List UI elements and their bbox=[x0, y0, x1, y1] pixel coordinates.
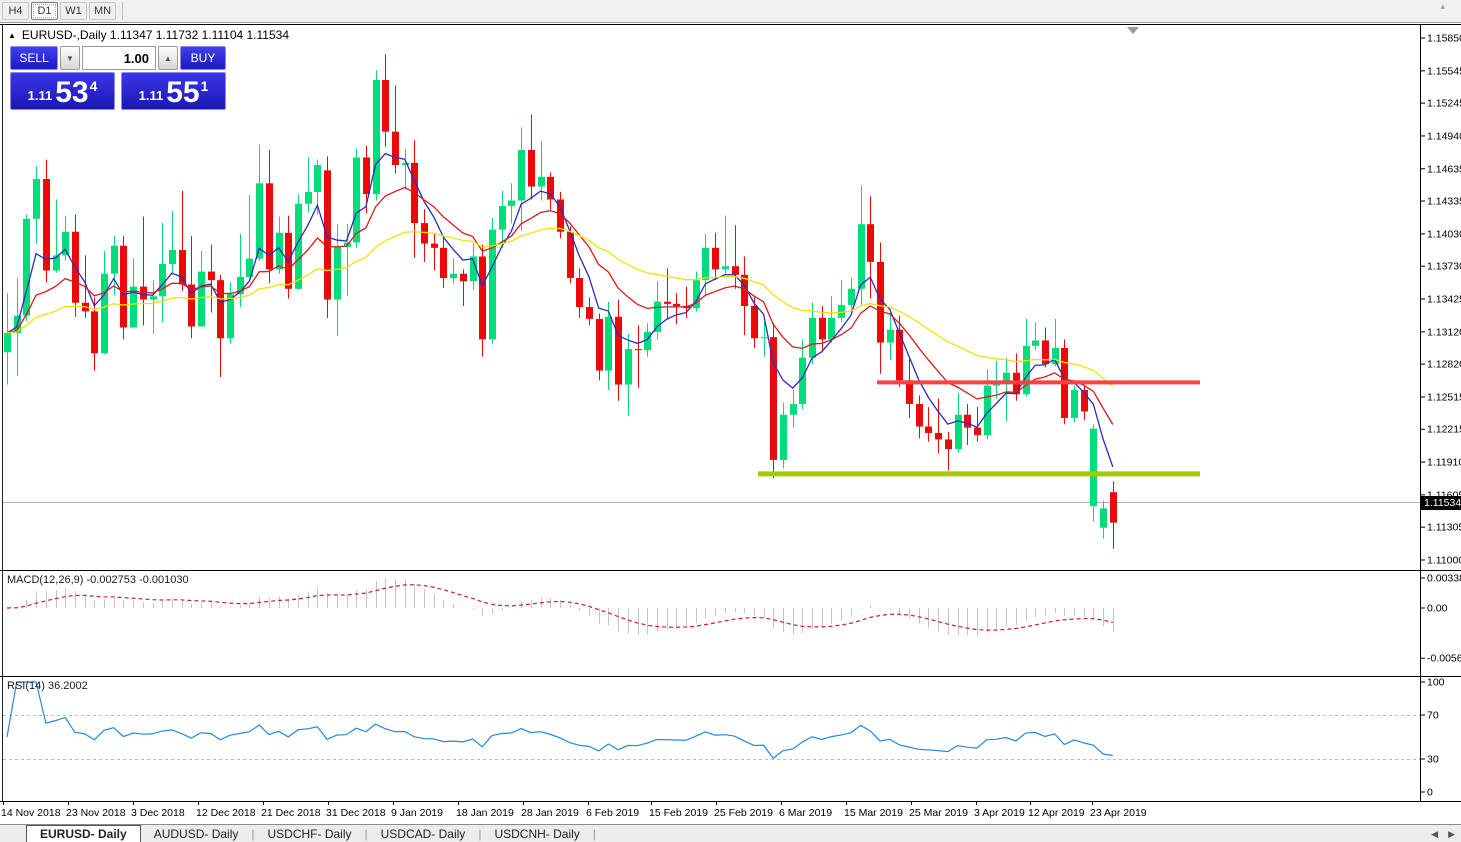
svg-text:0: 0 bbox=[1427, 787, 1433, 799]
pane-borders bbox=[0, 23, 1461, 802]
volume-decrease-icon[interactable]: ▼ bbox=[60, 46, 80, 70]
timeframe-buttons: H4D1W1MN bbox=[2, 2, 118, 20]
svg-text:1.11910: 1.11910 bbox=[1427, 457, 1461, 469]
volume-input[interactable] bbox=[82, 46, 156, 70]
svg-text:15 Mar 2019: 15 Mar 2019 bbox=[844, 807, 903, 819]
one-click-trade-panel: SELL ▼ ▲ BUY 1.11 53 4 1.11 55 1 bbox=[10, 46, 226, 110]
buy-price-prefix: 1.11 bbox=[139, 88, 164, 103]
price-axis: 1.15850 1.15545 1.15245 1.14940 1.14635 1.143… bbox=[1421, 33, 1461, 567]
current-price-badge: 1.11534 bbox=[1421, 496, 1461, 510]
timeframe-button-d1[interactable]: D1 bbox=[31, 2, 58, 20]
svg-text:1.13120: 1.13120 bbox=[1427, 326, 1461, 338]
svg-text:1.12215: 1.12215 bbox=[1427, 424, 1461, 436]
tabs-scroll-left-icon[interactable]: ◀ bbox=[1431, 829, 1438, 840]
svg-text:1.14635: 1.14635 bbox=[1427, 163, 1461, 175]
svg-text:1.13730: 1.13730 bbox=[1427, 261, 1461, 273]
rsi-label: RSI(14) 36.2002 bbox=[7, 680, 88, 692]
svg-text:6 Feb 2019: 6 Feb 2019 bbox=[586, 807, 639, 819]
timeframe-button-w1[interactable]: W1 bbox=[60, 2, 87, 20]
tab-separator: | bbox=[593, 825, 596, 842]
svg-text:14 Nov 2018: 14 Nov 2018 bbox=[1, 807, 61, 819]
svg-text:-0.005663: -0.005663 bbox=[1427, 653, 1461, 665]
svg-text:1.15545: 1.15545 bbox=[1427, 65, 1461, 77]
symbol-ohlc-text: EURUSD-,Daily 1.11347 1.11732 1.11104 1.… bbox=[22, 28, 289, 42]
rsi-line bbox=[7, 682, 1113, 758]
toolbar-scroll-up-icon[interactable]: ▴ bbox=[1440, 1, 1445, 12]
svg-text:1.15245: 1.15245 bbox=[1427, 98, 1461, 110]
sell-button[interactable]: SELL bbox=[10, 46, 58, 70]
sell-price-big: 53 bbox=[55, 80, 88, 106]
svg-text:1.12820: 1.12820 bbox=[1427, 359, 1461, 371]
svg-text:70: 70 bbox=[1427, 710, 1439, 722]
svg-text:3 Apr 2019: 3 Apr 2019 bbox=[974, 807, 1025, 819]
buy-price-sup: 1 bbox=[201, 78, 209, 94]
macd-label: MACD(12,26,9) -0.002753 -0.001030 bbox=[7, 574, 189, 586]
macd-histogram bbox=[8, 578, 1114, 635]
symbol-tabs: EURUSD- DailyAUDUSD- Daily | USDCHF- Daily… bbox=[26, 825, 596, 842]
chart-header: ▲ EURUSD-,Daily 1.11347 1.11732 1.11104 … bbox=[8, 28, 289, 42]
macd-axis: 0.003383 0.00 -0.005663 bbox=[1421, 572, 1461, 664]
timeframe-button-h4[interactable]: H4 bbox=[2, 2, 29, 20]
trading-terminal-window: { "toolbar": { "timeframes": [ {"label":… bbox=[0, 0, 1461, 842]
scroll-to-end-icon bbox=[1127, 27, 1139, 34]
date-axis: 14 Nov 2018 23 Nov 2018 3 Dec 2018 12 Dec 2… bbox=[1, 801, 1147, 819]
svg-text:6 Mar 2019: 6 Mar 2019 bbox=[779, 807, 832, 819]
buy-price-panel[interactable]: 1.11 55 1 bbox=[121, 72, 226, 110]
tab-usdcnh[interactable]: USDCNH- Daily bbox=[481, 825, 592, 842]
svg-text:1.11000: 1.11000 bbox=[1427, 555, 1461, 567]
svg-text:31 Dec 2018: 31 Dec 2018 bbox=[326, 807, 386, 819]
macd-values: -0.002753 -0.001030 bbox=[86, 574, 188, 586]
tab-eurusd[interactable]: EURUSD- Daily bbox=[26, 825, 141, 842]
rsi-axis: 100 70 30 0 bbox=[1421, 677, 1445, 799]
svg-text:18 Jan 2019: 18 Jan 2019 bbox=[456, 807, 514, 819]
svg-text:1.14030: 1.14030 bbox=[1427, 228, 1461, 240]
svg-text:23 Nov 2018: 23 Nov 2018 bbox=[66, 807, 126, 819]
svg-text:1.14335: 1.14335 bbox=[1427, 196, 1461, 208]
svg-text:1.11305: 1.11305 bbox=[1427, 522, 1461, 534]
svg-text:21 Dec 2018: 21 Dec 2018 bbox=[261, 807, 321, 819]
svg-text:30: 30 bbox=[1427, 754, 1439, 766]
svg-text:12 Dec 2018: 12 Dec 2018 bbox=[196, 807, 256, 819]
macd-name: MACD(12,26,9) bbox=[7, 574, 83, 586]
tab-usdcad[interactable]: USDCAD- Daily bbox=[368, 825, 479, 842]
timeframe-button-mn[interactable]: MN bbox=[89, 2, 116, 20]
svg-text:12 Apr 2019: 12 Apr 2019 bbox=[1028, 807, 1085, 819]
svg-text:1.12515: 1.12515 bbox=[1427, 391, 1461, 403]
svg-text:9 Jan 2019: 9 Jan 2019 bbox=[391, 807, 443, 819]
sell-price-prefix: 1.11 bbox=[28, 88, 53, 103]
tabs-scroll-right-icon[interactable]: ▶ bbox=[1448, 829, 1455, 840]
svg-text:25 Feb 2019: 25 Feb 2019 bbox=[714, 807, 773, 819]
collapse-triangle-icon[interactable]: ▲ bbox=[8, 31, 16, 40]
volume-increase-icon[interactable]: ▲ bbox=[158, 46, 178, 70]
svg-text:0.00: 0.00 bbox=[1427, 603, 1448, 615]
sell-price-sup: 4 bbox=[90, 78, 98, 94]
price-chart-canvas[interactable]: 1.15850 1.15545 1.15245 1.14940 1.14635 1.143… bbox=[0, 0, 1461, 842]
buy-price-big: 55 bbox=[166, 80, 199, 106]
svg-text:3 Dec 2018: 3 Dec 2018 bbox=[131, 807, 185, 819]
svg-text:1.15850: 1.15850 bbox=[1427, 33, 1461, 45]
sell-price-panel[interactable]: 1.11 53 4 bbox=[10, 72, 115, 110]
svg-text:28 Jan 2019: 28 Jan 2019 bbox=[521, 807, 579, 819]
svg-text:0.003383: 0.003383 bbox=[1427, 572, 1461, 584]
svg-text:1.14940: 1.14940 bbox=[1427, 130, 1461, 142]
svg-text:1.13425: 1.13425 bbox=[1427, 294, 1461, 306]
timeframe-toolbar: H4D1W1MN ▴ bbox=[0, 0, 1461, 22]
svg-text:23 Apr 2019: 23 Apr 2019 bbox=[1090, 807, 1147, 819]
rsi-name: RSI(14) bbox=[7, 680, 45, 692]
rsi-levels bbox=[3, 716, 1420, 760]
rsi-value: 36.2002 bbox=[48, 680, 88, 692]
svg-text:100: 100 bbox=[1427, 677, 1445, 689]
toolbar-separator bbox=[122, 2, 123, 20]
svg-text:25 Mar 2019: 25 Mar 2019 bbox=[909, 807, 968, 819]
buy-button[interactable]: BUY bbox=[180, 46, 226, 70]
symbol-tab-bar: EURUSD- DailyAUDUSD- Daily | USDCHF- Daily… bbox=[0, 824, 1461, 842]
tab-usdchf[interactable]: USDCHF- Daily bbox=[255, 825, 365, 842]
svg-text:15 Feb 2019: 15 Feb 2019 bbox=[649, 807, 708, 819]
tab-audusd[interactable]: AUDUSD- Daily bbox=[141, 825, 252, 842]
